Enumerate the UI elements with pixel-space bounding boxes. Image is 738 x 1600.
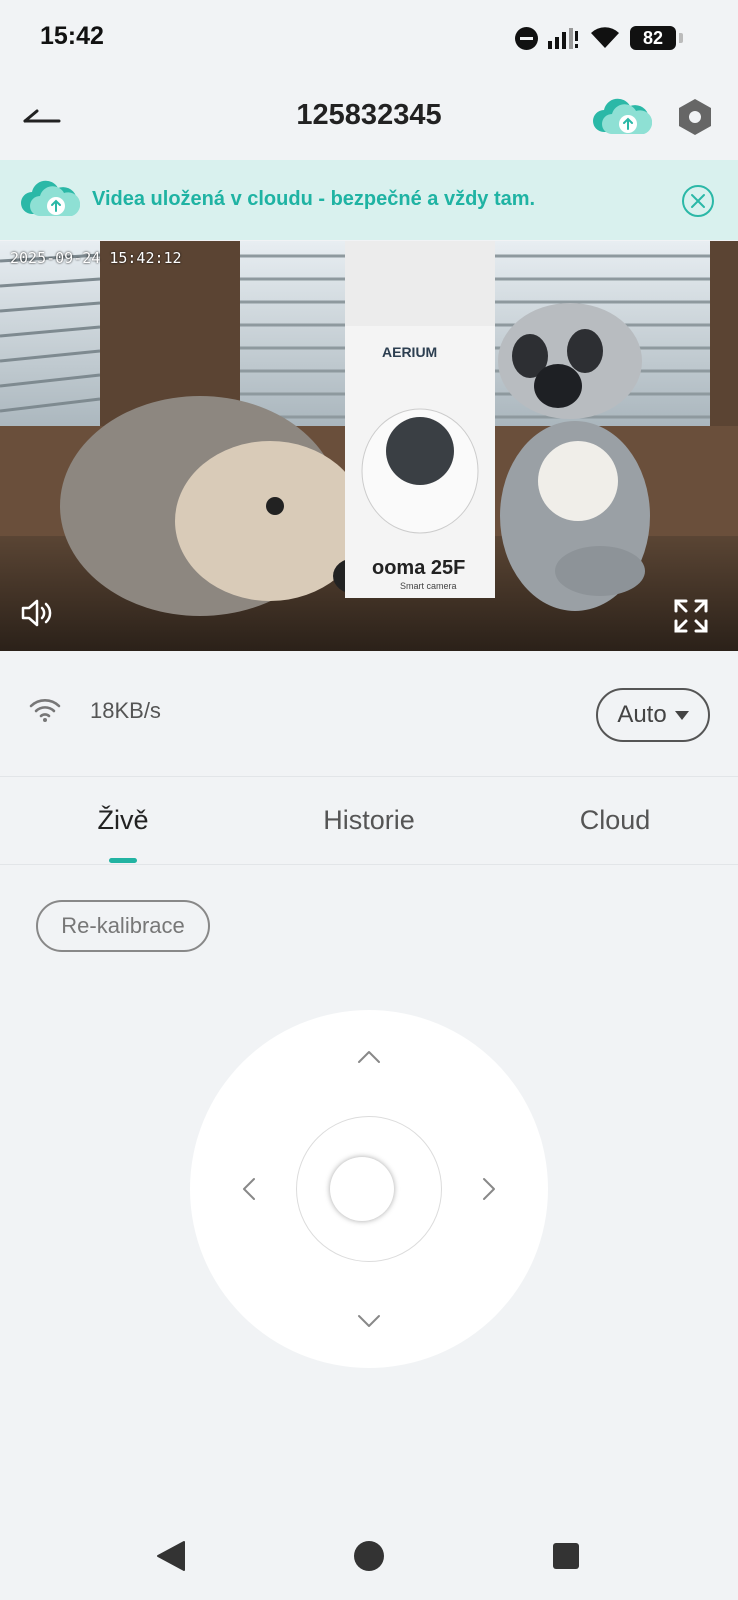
quality-label: Auto (617, 701, 667, 728)
signal-icon (548, 28, 578, 49)
active-tab-indicator (109, 858, 137, 863)
video-scene-image: AERIUM ooma 25F Smart camera (0, 241, 738, 651)
arrow-left-icon[interactable] (234, 1174, 264, 1204)
cloud-upload-icon (21, 180, 80, 216)
tab-bar: Živě Historie Cloud (0, 777, 738, 863)
wifi-status-icon (591, 27, 619, 48)
close-circle-icon[interactable] (681, 184, 715, 218)
tab-history[interactable]: Historie (246, 777, 492, 863)
app-header: 125832345 (0, 74, 738, 160)
battery-indicator: 82 (630, 26, 683, 50)
settings-hexagon-icon[interactable] (674, 96, 716, 138)
tab-cloud[interactable]: Cloud (492, 777, 738, 863)
nav-recents-icon[interactable] (546, 1536, 586, 1576)
arrow-down-icon[interactable] (354, 1306, 384, 1336)
system-nav-bar (0, 1500, 738, 1600)
recalibrate-button[interactable]: Re-kalibrace (36, 900, 210, 952)
live-video-feed[interactable]: AERIUM ooma 25F Smart camera 2025-09-24 … (0, 241, 738, 651)
banner-text: Videa uložená v cloudu - bezpečné a vždy… (92, 188, 536, 210)
nav-home-icon[interactable] (349, 1536, 389, 1576)
nav-back-icon[interactable] (152, 1536, 192, 1576)
fullscreen-icon[interactable] (672, 597, 710, 635)
stream-speed: 18KB/s (90, 698, 161, 723)
quality-select-button[interactable]: Auto (596, 688, 710, 742)
stream-info-bar: 18KB/s Auto (0, 652, 738, 776)
do-not-disturb-icon (515, 26, 538, 50)
box-brand-text: AERIUM (382, 344, 437, 360)
status-bar: 15:42 82 (0, 0, 738, 74)
ptz-joystick[interactable] (190, 1010, 548, 1368)
box-product-text: ooma 25F (372, 557, 465, 579)
tab-live[interactable]: Živě (0, 777, 246, 863)
status-time: 15:42 (40, 22, 104, 50)
cloud-promo-banner[interactable]: Videa uložená v cloudu - bezpečné a vždy… (0, 160, 738, 240)
wifi-icon (29, 699, 61, 722)
box-subtitle-text: Smart camera (400, 581, 457, 591)
ptz-center-knob[interactable] (330, 1157, 394, 1221)
cloud-upload-icon[interactable] (590, 96, 652, 138)
speaker-icon[interactable] (20, 597, 54, 629)
caret-down-icon (674, 710, 689, 720)
divider (0, 864, 738, 865)
video-timestamp: 2025-09-24 15:42:12 (10, 249, 182, 267)
status-icons: 82 (515, 24, 683, 52)
arrow-up-icon[interactable] (354, 1042, 384, 1072)
arrow-right-icon[interactable] (474, 1174, 504, 1204)
